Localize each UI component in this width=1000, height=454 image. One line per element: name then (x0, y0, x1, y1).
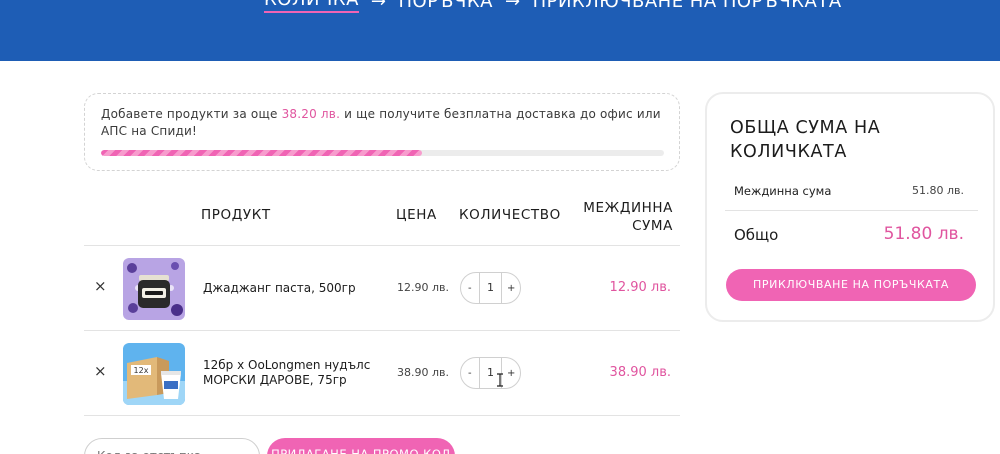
divider (725, 210, 978, 211)
decrease-quantity-button[interactable]: - (461, 368, 479, 379)
step-cart[interactable]: КОЛИЧКА (264, 0, 359, 13)
free-shipping-text: Добавете продукти за още 38.20 лв. и ще … (101, 106, 663, 140)
quantity-stepper: - 1 + (460, 272, 521, 304)
row-subtotal: 38.90 лв. (609, 365, 671, 380)
increase-quantity-button[interactable]: + (502, 283, 520, 294)
shipping-text-before: Добавете продукти за още (101, 107, 282, 121)
remove-item-button[interactable]: × (94, 279, 107, 294)
row-subtotal: 12.90 лв. (609, 280, 671, 295)
proceed-to-checkout-button[interactable]: ПРИКЛЮЧВАНЕ НА ПОРЪЧКАТА (726, 269, 976, 301)
apply-coupon-button[interactable]: ПРИЛАГАНЕ НА ПРОМО КОД (267, 438, 455, 454)
product-name[interactable]: Джаджанг паста, 500гр (203, 281, 373, 296)
step-order[interactable]: ПОРЪЧКА (398, 0, 492, 12)
product-thumbnail[interactable]: 12x (123, 343, 185, 405)
jajang-paste-image (123, 258, 185, 320)
arrow-icon: → (504, 0, 521, 12)
header-bar: КОЛИЧКА → ПОРЪЧКА → ПРИКЛЮЧВАНЕ НА ПОРЪЧ… (0, 0, 1000, 61)
total-label: Общо (734, 226, 779, 244)
product-thumbnail[interactable] (123, 258, 185, 320)
product-price: 38.90 лв. (397, 366, 449, 379)
checkout-steps: КОЛИЧКА → ПОРЪЧКА → ПРИКЛЮЧВАНЕ НА ПОРЪЧ… (264, 0, 842, 13)
shipping-progress-bar (101, 150, 664, 156)
total-value: 51.80 лв. (883, 224, 964, 244)
column-header-subtotal: МЕЖДИННА СУМА (583, 199, 673, 235)
column-header-quantity: КОЛИЧЕСТВО (459, 207, 561, 223)
shipping-progress-fill (101, 150, 422, 156)
subtotal-label: Междинна сума (734, 184, 832, 198)
cart-totals-title: ОБЩА СУМА НА КОЛИЧКАТА (730, 118, 881, 162)
column-header-product: ПРОДУКТ (201, 207, 271, 223)
shipping-remaining-amount: 38.20 лв. (281, 107, 341, 121)
step-complete[interactable]: ПРИКЛЮЧВАНЕ НА ПОРЪЧКАТА (533, 0, 842, 12)
decrease-quantity-button[interactable]: - (461, 283, 479, 294)
column-header-subtotal-line2: СУМА (632, 218, 673, 234)
cart-totals-panel: ОБЩА СУМА НА КОЛИЧКАТА Междинна сума 51.… (705, 92, 995, 322)
arrow-icon: → (370, 0, 387, 12)
cart-table-header: ПРОДУКТ ЦЕНА КОЛИЧЕСТВО МЕЖДИННА СУМА (84, 190, 680, 246)
increase-quantity-button[interactable]: + (502, 368, 520, 379)
subtotal-value: 51.80 лв. (912, 184, 964, 197)
product-name[interactable]: 12бр х OoLongmen нудълс МОРСКИ ДАРОВЕ, 7… (203, 358, 373, 388)
i-beam-cursor-icon (497, 373, 503, 387)
coupon-code-input[interactable]: Код за отстъпка (84, 438, 260, 454)
box-count-label: 12x (134, 366, 149, 375)
free-shipping-notice: Добавете продукти за още 38.20 лв. и ще … (84, 93, 680, 171)
quantity-input[interactable]: 1 (478, 273, 503, 303)
column-header-subtotal-line1: МЕЖДИННА (583, 200, 673, 216)
noodles-box-image: 12x (123, 343, 185, 405)
quantity-stepper: - 1 + (460, 357, 521, 389)
column-header-price: ЦЕНА (396, 207, 437, 223)
remove-item-button[interactable]: × (94, 364, 107, 379)
table-row: × 12x 12бр х OoLongmen нудълс МОРСКИ ДАР… (84, 331, 680, 416)
table-row: × Джаджанг паста, 500гр 12.90 лв. - 1 + … (84, 246, 680, 331)
text-cursor-icon (496, 373, 504, 390)
product-price: 12.90 лв. (397, 281, 449, 294)
